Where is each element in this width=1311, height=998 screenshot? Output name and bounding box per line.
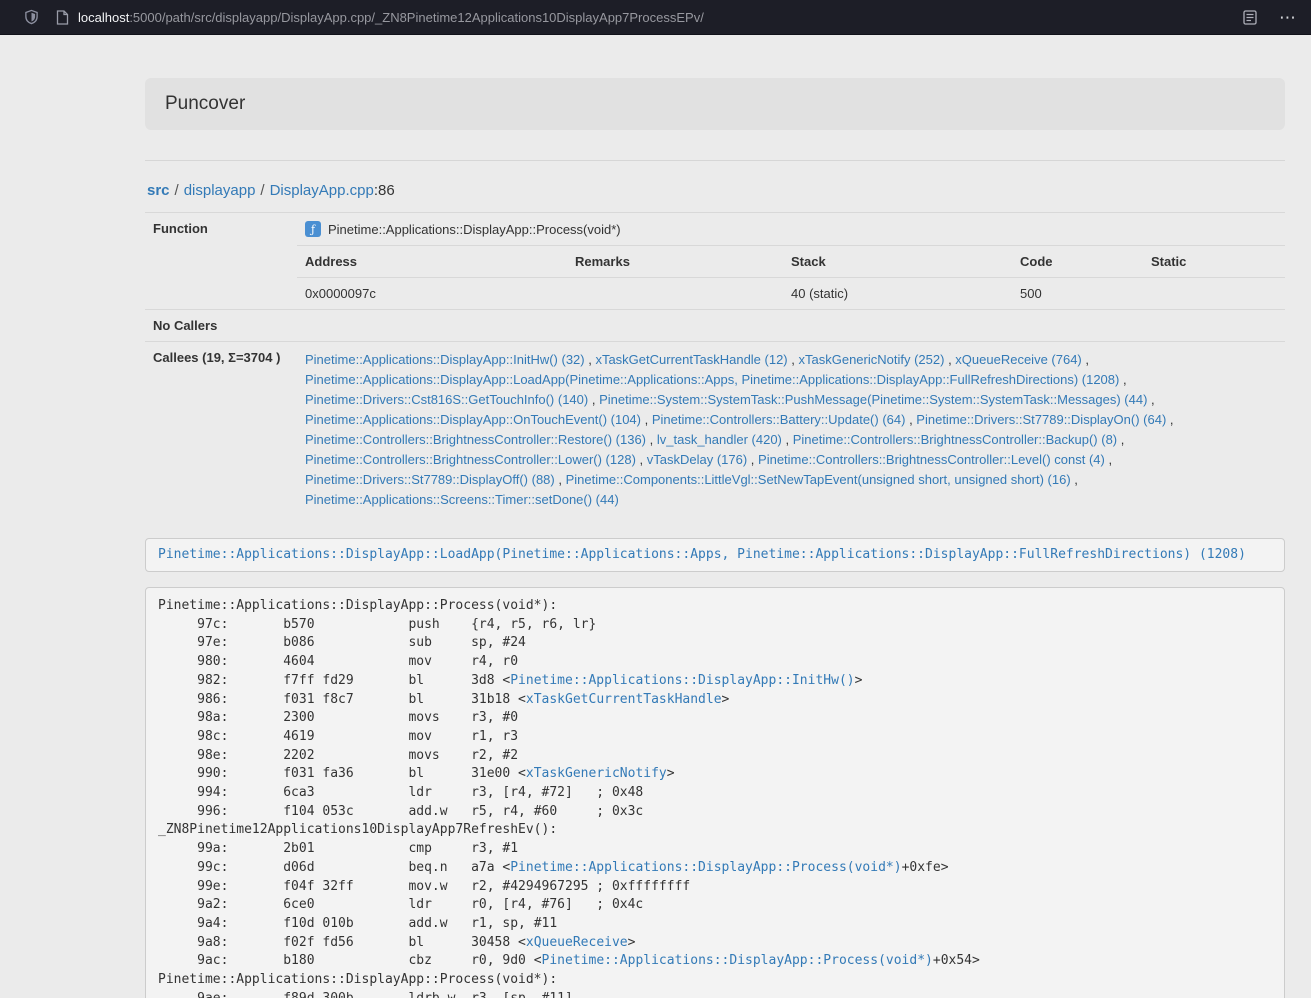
callees-row: Callees (19, Σ=3704 ) Pinetime::Applicat…	[145, 342, 1285, 519]
callee-link[interactable]: Pinetime::Drivers::St7789::DisplayOff() …	[305, 472, 555, 487]
callees-label: Callees (19, Σ=3704 )	[145, 342, 297, 519]
callee-link[interactable]: Pinetime::System::SystemTask::PushMessag…	[599, 392, 1147, 407]
callee-separator: ,	[555, 472, 566, 487]
breadcrumb-link-file[interactable]: DisplayApp.cpp	[270, 182, 374, 199]
page-icon[interactable]	[53, 8, 71, 26]
callee-separator: ,	[588, 392, 599, 407]
stats-value-remarks	[567, 278, 783, 310]
callee-separator: ,	[1147, 392, 1154, 407]
loadapp-link[interactable]: Pinetime::Applications::DisplayApp::Load…	[158, 547, 1246, 562]
callee-separator: ,	[646, 432, 657, 447]
code-symbol-link[interactable]: Pinetime::Applications::DisplayApp::Proc…	[542, 953, 933, 968]
callee-link[interactable]: Pinetime::Applications::Screens::Timer::…	[305, 492, 619, 507]
callee-link[interactable]: Pinetime::Controllers::BrightnessControl…	[305, 452, 636, 467]
callee-link[interactable]: Pinetime::Controllers::BrightnessControl…	[793, 432, 1117, 447]
callee-separator: ,	[1105, 452, 1112, 467]
callee-separator: ,	[1071, 472, 1078, 487]
stats-values-row: 0x0000097c 40 (static) 500	[297, 278, 1285, 310]
function-table: Function ƒ Pinetime::Applications::Displ…	[145, 212, 1285, 518]
stats-header-static: Static	[1143, 246, 1285, 278]
url-path: :5000/path/src/displayapp/DisplayApp.cpp…	[129, 10, 704, 25]
page-title: Puncover	[165, 93, 1265, 115]
breadcrumb-separator: /	[170, 182, 184, 199]
stats-header-stack: Stack	[783, 246, 1012, 278]
callee-separator: ,	[1082, 352, 1089, 367]
callee-separator: ,	[788, 352, 799, 367]
breadcrumb-link-displayapp[interactable]: displayapp	[184, 182, 256, 199]
breadcrumb-link-src[interactable]: src	[147, 182, 170, 199]
callee-link[interactable]: Pinetime::Controllers::Battery::Update()…	[652, 412, 906, 427]
code-symbol-link[interactable]: Pinetime::Applications::DisplayApp::Init…	[510, 673, 854, 688]
breadcrumb: src/displayapp/DisplayApp.cpp:86	[147, 182, 1285, 199]
stats-header-remarks: Remarks	[567, 246, 783, 278]
callee-link[interactable]: Pinetime::Applications::DisplayApp::OnTo…	[305, 412, 641, 427]
callee-link[interactable]: vTaskDelay (176)	[647, 452, 747, 467]
callee-link[interactable]: Pinetime::Controllers::BrightnessControl…	[758, 452, 1105, 467]
callee-link[interactable]: xTaskGenericNotify (252)	[799, 352, 945, 367]
no-callers-label: No Callers	[145, 310, 297, 342]
loadapp-box: Pinetime::Applications::DisplayApp::Load…	[145, 538, 1285, 572]
stats-table: Address Remarks Stack Code Static 0x0000…	[297, 246, 1285, 309]
callee-link[interactable]: lv_task_handler (420)	[657, 432, 782, 447]
code-symbol-link[interactable]: xTaskGenericNotify	[526, 766, 667, 781]
callee-separator: ,	[636, 452, 647, 467]
stats-header-code: Code	[1012, 246, 1143, 278]
callee-link[interactable]: Pinetime::Drivers::Cst816S::GetTouchInfo…	[305, 392, 588, 407]
menu-icon[interactable]: ⋯	[1279, 9, 1297, 26]
callee-separator: ,	[1166, 412, 1173, 427]
code-symbol-link[interactable]: xQueueReceive	[526, 935, 628, 950]
callee-separator: ,	[1119, 372, 1126, 387]
url-host: localhost	[78, 10, 129, 25]
function-row: Function ƒ Pinetime::Applications::Displ…	[145, 213, 1285, 246]
stats-value-code: 500	[1012, 278, 1143, 310]
jumbotron: Puncover	[145, 78, 1285, 130]
callee-separator: ,	[747, 452, 758, 467]
callee-separator: ,	[905, 412, 916, 427]
callee-link[interactable]: Pinetime::Controllers::BrightnessControl…	[305, 432, 646, 447]
content-container: Puncover src/displayapp/DisplayApp.cpp:8…	[145, 78, 1285, 998]
code-symbol-link[interactable]: xTaskGetCurrentTaskHandle	[526, 692, 722, 707]
stats-value-static	[1143, 278, 1285, 310]
breadcrumb-separator: /	[255, 182, 269, 199]
browser-chrome: localhost:5000/path/src/displayapp/Displ…	[0, 0, 1311, 35]
breadcrumb-line-number: :86	[374, 182, 395, 199]
callee-separator: ,	[585, 352, 596, 367]
function-row-label: Function	[145, 213, 297, 310]
code-symbol-link[interactable]: Pinetime::Applications::DisplayApp::Proc…	[510, 860, 901, 875]
function-name: Pinetime::Applications::DisplayApp::Proc…	[328, 222, 621, 237]
callee-link[interactable]: Pinetime::Drivers::St7789::DisplayOn() (…	[916, 412, 1166, 427]
callees-cell: Pinetime::Applications::DisplayApp::Init…	[297, 342, 1285, 519]
stats-header-address: Address	[297, 246, 567, 278]
callee-link[interactable]: xQueueReceive (764)	[955, 352, 1081, 367]
callee-link[interactable]: xTaskGetCurrentTaskHandle (12)	[595, 352, 787, 367]
callee-separator: ,	[782, 432, 793, 447]
shield-icon[interactable]	[22, 8, 40, 26]
callee-link[interactable]: Pinetime::Applications::DisplayApp::Init…	[305, 352, 585, 367]
stats-row: Address Remarks Stack Code Static 0x0000…	[145, 246, 1285, 310]
callee-separator: ,	[1117, 432, 1124, 447]
callee-separator: ,	[641, 412, 652, 427]
callee-link[interactable]: Pinetime::Components::LittleVgl::SetNewT…	[566, 472, 1071, 487]
divider	[145, 160, 1285, 161]
stats-value-stack: 40 (static)	[783, 278, 1012, 310]
callee-separator: ,	[944, 352, 955, 367]
disassembly: Pinetime::Applications::DisplayApp::Proc…	[145, 587, 1285, 998]
address-bar[interactable]: localhost:5000/path/src/displayapp/Displ…	[78, 10, 704, 25]
stats-value-address: 0x0000097c	[297, 278, 567, 310]
reader-mode-icon[interactable]	[1241, 8, 1259, 26]
no-callers-row: No Callers	[145, 310, 1285, 342]
function-icon: ƒ	[305, 221, 321, 237]
callee-link[interactable]: Pinetime::Applications::DisplayApp::Load…	[305, 372, 1119, 387]
